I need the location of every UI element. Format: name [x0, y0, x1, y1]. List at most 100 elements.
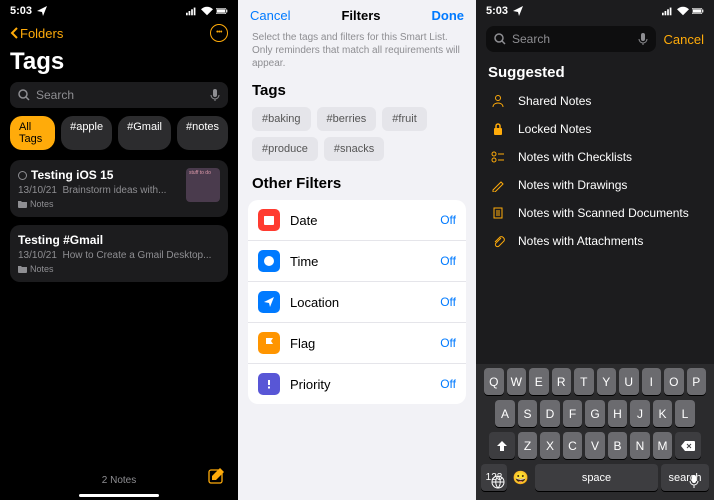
- suggested-header: Suggested: [476, 60, 714, 87]
- key-f[interactable]: F: [563, 400, 583, 427]
- filter-label: Date: [290, 213, 440, 228]
- note-thumbnail: stuff to do: [186, 168, 220, 202]
- wifi-icon: [677, 6, 689, 16]
- key-u[interactable]: U: [619, 368, 639, 395]
- note-title: Testing iOS 15: [31, 168, 113, 182]
- more-menu-button[interactable]: [210, 24, 228, 42]
- filter-tag-chip[interactable]: #fruit: [382, 107, 426, 131]
- filter-value: Off: [440, 213, 456, 227]
- note-card[interactable]: Testing #Gmail 13/10/21 How to Create a …: [10, 225, 228, 282]
- item-label: Notes with Checklists: [518, 150, 632, 164]
- search-field[interactable]: Search: [10, 82, 228, 108]
- key-i[interactable]: I: [642, 368, 662, 395]
- signal-icon: [662, 6, 674, 16]
- tag-chip[interactable]: #apple: [61, 116, 112, 150]
- filter-value: Off: [440, 377, 456, 391]
- keyboard: QWERTYUIOP ASDFGHJKL ZXCVBNM 123 😀 space…: [476, 364, 714, 500]
- key-r[interactable]: R: [552, 368, 572, 395]
- key-n[interactable]: N: [630, 432, 650, 459]
- back-button[interactable]: Folders: [10, 26, 63, 41]
- suggested-checklists[interactable]: Notes with Checklists: [476, 143, 714, 171]
- key-h[interactable]: H: [608, 400, 628, 427]
- key-y[interactable]: Y: [597, 368, 617, 395]
- search-placeholder: Search: [512, 32, 632, 46]
- filter-row-time[interactable]: Time Off: [248, 241, 466, 282]
- key-m[interactable]: M: [653, 432, 673, 459]
- key-j[interactable]: J: [630, 400, 650, 427]
- filter-label: Time: [290, 254, 440, 269]
- dictation-key[interactable]: [688, 474, 700, 495]
- search-key[interactable]: search: [661, 464, 709, 491]
- key-d[interactable]: D: [540, 400, 560, 427]
- search-icon: [494, 33, 506, 45]
- back-label: Folders: [20, 26, 63, 41]
- shared-icon: [490, 94, 506, 108]
- suggested-scanned[interactable]: Notes with Scanned Documents: [476, 199, 714, 227]
- filter-tag-chip[interactable]: #baking: [252, 107, 311, 131]
- lock-icon: [490, 122, 506, 136]
- battery-icon: [216, 6, 228, 16]
- done-button[interactable]: Done: [431, 8, 464, 23]
- key-p[interactable]: P: [687, 368, 707, 395]
- sheet-nav: Cancel Filters Done: [238, 0, 476, 27]
- tag-chip[interactable]: #Gmail: [118, 116, 171, 150]
- help-text: Select the tags and filters for this Sma…: [238, 27, 476, 80]
- tag-filter-row: All Tags #apple #Gmail #notes: [0, 116, 238, 160]
- key-l[interactable]: L: [675, 400, 695, 427]
- home-indicator[interactable]: [79, 494, 159, 497]
- key-a[interactable]: A: [495, 400, 515, 427]
- suggested-drawings[interactable]: Notes with Drawings: [476, 171, 714, 199]
- location-arrow-icon: [512, 6, 524, 16]
- key-s[interactable]: S: [518, 400, 538, 427]
- sheet-title: Filters: [341, 8, 380, 23]
- key-v[interactable]: V: [585, 432, 605, 459]
- suggested-shared-notes[interactable]: Shared Notes: [476, 87, 714, 115]
- key-x[interactable]: X: [540, 432, 560, 459]
- shift-key[interactable]: [489, 432, 515, 459]
- drawing-icon: [490, 178, 506, 192]
- key-k[interactable]: K: [653, 400, 673, 427]
- mic-icon[interactable]: [210, 88, 220, 102]
- filter-tag-chip[interactable]: #snacks: [324, 137, 384, 161]
- filter-tag-chip[interactable]: #produce: [252, 137, 318, 161]
- filter-value: Off: [440, 254, 456, 268]
- globe-key[interactable]: [490, 474, 506, 495]
- status-bar: 5:03: [0, 0, 238, 20]
- filter-row-flag[interactable]: Flag Off: [248, 323, 466, 364]
- mic-icon[interactable]: [638, 32, 648, 46]
- delete-key[interactable]: [675, 432, 701, 459]
- note-card[interactable]: Testing iOS 15 13/10/21 Brainstorm ideas…: [10, 160, 228, 217]
- filter-row-date[interactable]: Date Off: [248, 200, 466, 241]
- wifi-icon: [201, 6, 213, 16]
- notes-search-screen: 5:03 Search Cancel Suggested Shared Note…: [476, 0, 714, 500]
- key-z[interactable]: Z: [518, 432, 538, 459]
- suggested-locked-notes[interactable]: Locked Notes: [476, 115, 714, 143]
- key-g[interactable]: G: [585, 400, 605, 427]
- filter-tag-chip[interactable]: #berries: [317, 107, 377, 131]
- filter-row-priority[interactable]: Priority Off: [248, 364, 466, 404]
- key-b[interactable]: B: [608, 432, 628, 459]
- emoji-key[interactable]: 😀: [510, 470, 532, 486]
- key-e[interactable]: E: [529, 368, 549, 395]
- key-w[interactable]: W: [507, 368, 527, 395]
- search-placeholder: Search: [36, 88, 204, 102]
- scan-icon: [490, 206, 506, 220]
- tag-chips: #baking #berries #fruit #produce #snacks: [238, 107, 476, 173]
- cancel-button[interactable]: Cancel: [664, 32, 704, 47]
- notes-tags-screen: 5:03 Folders Tags Search All Tags #apple…: [0, 0, 238, 500]
- cancel-button[interactable]: Cancel: [250, 8, 290, 23]
- flag-icon: [258, 332, 280, 354]
- suggested-attachments[interactable]: Notes with Attachments: [476, 227, 714, 255]
- compose-button[interactable]: [208, 467, 226, 490]
- tag-chip-all[interactable]: All Tags: [10, 116, 55, 150]
- space-key[interactable]: space: [535, 464, 658, 491]
- key-q[interactable]: Q: [484, 368, 504, 395]
- key-t[interactable]: T: [574, 368, 594, 395]
- tag-chip[interactable]: #notes: [177, 116, 228, 150]
- key-o[interactable]: O: [664, 368, 684, 395]
- filter-row-location[interactable]: Location Off: [248, 282, 466, 323]
- key-c[interactable]: C: [563, 432, 583, 459]
- signal-icon: [186, 6, 198, 16]
- search-field[interactable]: Search: [486, 26, 656, 52]
- location-arrow-icon: [36, 6, 48, 16]
